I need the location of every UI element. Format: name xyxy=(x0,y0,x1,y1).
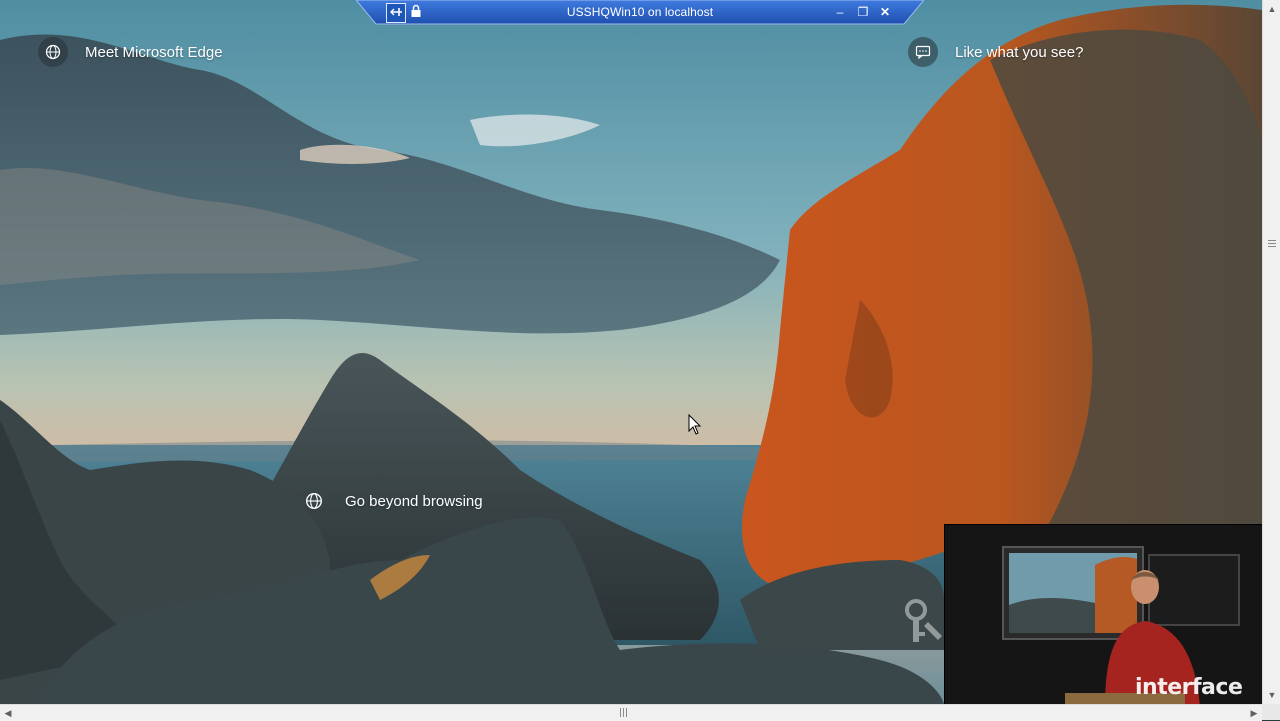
presenter-video: interface xyxy=(944,524,1266,708)
interface-logo: interface xyxy=(1135,675,1243,700)
key-icon xyxy=(905,599,942,642)
restore-button[interactable]: ❐ xyxy=(855,4,871,20)
globe-icon xyxy=(38,37,68,67)
edge-prompt-label: Meet Microsoft Edge xyxy=(85,43,223,61)
browse-prompt-label: Go beyond browsing xyxy=(345,492,483,510)
chat-icon xyxy=(908,37,938,67)
like-prompt-label: Like what you see? xyxy=(955,43,1084,61)
scroll-down-button[interactable]: ▼ xyxy=(1263,686,1280,704)
scrollbar-corner xyxy=(1262,704,1280,720)
scroll-thumb-grip[interactable] xyxy=(1268,240,1276,250)
close-button[interactable]: ✕ xyxy=(877,4,893,20)
remote-desktop-connection-bar: USSHQWin10 on localhost – ❐ ✕ xyxy=(356,0,924,26)
horizontal-scrollbar[interactable]: ◀ ▶ xyxy=(0,704,1262,721)
like-what-you-see-link[interactable]: Like what you see? xyxy=(908,37,1083,67)
vertical-scrollbar[interactable]: ▲ ▼ xyxy=(1262,0,1280,704)
meet-microsoft-edge-link[interactable]: Meet Microsoft Edge xyxy=(38,37,223,67)
scroll-left-button[interactable]: ◀ xyxy=(0,705,16,721)
go-beyond-browsing-link[interactable]: Go beyond browsing xyxy=(305,492,483,510)
scroll-right-button[interactable]: ▶ xyxy=(1246,705,1262,721)
scroll-up-button[interactable]: ▲ xyxy=(1263,0,1280,18)
mouse-cursor-icon xyxy=(688,414,702,435)
scroll-thumb-grip[interactable] xyxy=(620,708,628,717)
globe-icon xyxy=(305,492,323,510)
minimize-button[interactable]: – xyxy=(832,4,848,20)
